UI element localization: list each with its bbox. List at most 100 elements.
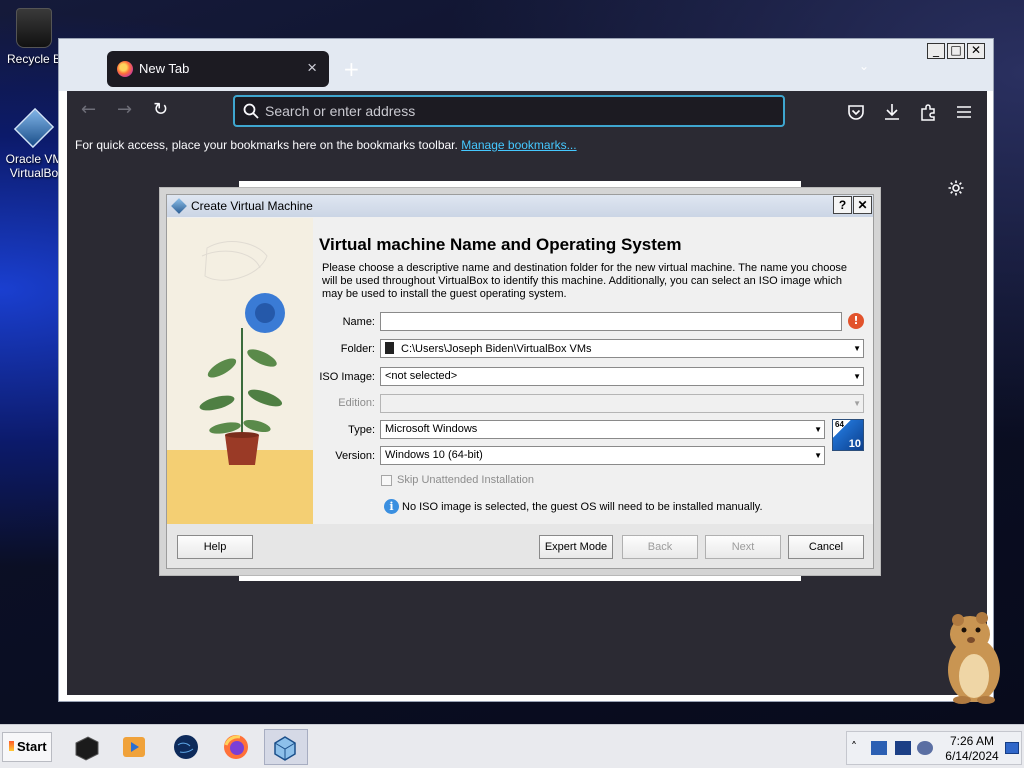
taskbar: Start ˄ 7:26 AM 6/14/2024 xyxy=(0,724,1024,768)
minimize-button[interactable]: _ xyxy=(927,43,945,59)
tab-new-tab[interactable]: New Tab × xyxy=(107,51,329,87)
desktop-icon-recycle-bin[interactable]: Recycle B xyxy=(4,8,64,66)
tab-list-icon[interactable]: ⌄ xyxy=(859,59,869,73)
name-label: Name: xyxy=(342,316,375,328)
expert-mode-button[interactable]: Expert Mode xyxy=(539,535,613,559)
clock-time[interactable]: 7:26 AM xyxy=(947,734,997,748)
dialog-titlebar[interactable]: Create Virtual Machine ? ✕ xyxy=(167,195,873,217)
hamster-mascot xyxy=(948,612,1000,704)
network-icon[interactable] xyxy=(871,741,887,755)
type-value: Microsoft Windows xyxy=(385,423,478,435)
menu-icon[interactable] xyxy=(955,103,973,121)
virtualbox-icon xyxy=(274,736,296,761)
wizard-heading: Virtual machine Name and Operating Syste… xyxy=(319,235,682,254)
virtualbox-icon xyxy=(171,198,187,214)
display-icon[interactable] xyxy=(895,741,911,755)
wizard-illustration xyxy=(167,218,313,524)
dialog-frame: Create Virtual Machine ? ✕ Virtual machi… xyxy=(166,194,874,569)
system-tray: ˄ 7:26 AM 6/14/2024 xyxy=(846,731,1022,765)
edition-combo: ▼ xyxy=(380,394,864,413)
help-button[interactable]: Help xyxy=(177,535,253,559)
folder-icon xyxy=(385,342,394,354)
pocket-icon[interactable] xyxy=(847,103,865,121)
iso-image-combo[interactable]: <not selected> ▼ xyxy=(380,367,864,386)
cancel-button[interactable]: Cancel xyxy=(788,535,864,559)
warning-icon: ! xyxy=(844,309,868,333)
extensions-icon[interactable] xyxy=(919,103,937,121)
download-icon[interactable] xyxy=(883,103,901,121)
browser-tab-strip: New Tab × + ⌄ _ □ ✕ xyxy=(59,39,993,91)
wizard-description: Please choose a descriptive name and des… xyxy=(322,262,848,300)
firefox-icon xyxy=(117,61,133,77)
manage-bookmarks-link[interactable]: Manage bookmarks... xyxy=(461,138,576,152)
gear-icon[interactable] xyxy=(947,179,965,197)
dialog-close-button[interactable]: ✕ xyxy=(853,196,872,214)
recycle-bin-icon xyxy=(16,8,52,48)
next-button[interactable]: Next xyxy=(705,535,781,559)
iso-label: ISO Image: xyxy=(319,371,375,383)
chevron-down-icon: ▼ xyxy=(853,372,861,381)
version-label: Version: xyxy=(335,450,375,462)
media-player-icon xyxy=(123,737,145,757)
chevron-down-icon: ▼ xyxy=(814,425,822,434)
windows-10-64bit-icon: 64 10 xyxy=(832,419,864,451)
url-bar[interactable] xyxy=(233,95,785,127)
bookmarks-hint: For quick access, place your bookmarks h… xyxy=(75,138,458,152)
taskbar-app-virtualbox[interactable] xyxy=(264,729,308,765)
taskbar-app-firefox[interactable] xyxy=(216,729,254,765)
iso-value: <not selected> xyxy=(385,370,458,382)
start-logo-icon xyxy=(9,741,14,751)
folder-value: C:\Users\Joseph Biden\VirtualBox VMs xyxy=(401,343,592,355)
info-icon: i xyxy=(384,499,399,514)
desktop-icon-label: Oracle VM VirtualBo xyxy=(5,152,63,180)
dialog-help-button[interactable]: ? xyxy=(833,196,852,214)
name-input[interactable] xyxy=(385,315,835,327)
forward-icon[interactable]: → xyxy=(117,99,132,120)
start-button[interactable]: Start xyxy=(2,732,52,762)
type-label: Type: xyxy=(348,424,375,436)
speaker-icon[interactable] xyxy=(917,741,933,755)
box-app-icon xyxy=(75,736,99,761)
search-icon xyxy=(243,103,259,119)
taskbar-app-media-player[interactable] xyxy=(114,729,152,765)
virtualbox-icon xyxy=(13,107,55,149)
tab-label: New Tab xyxy=(139,61,190,76)
desktop-icon-label: Recycle B xyxy=(6,52,62,66)
name-field[interactable] xyxy=(380,312,842,331)
firefox-icon xyxy=(224,735,248,759)
type-combo[interactable]: Microsoft Windows ▼ xyxy=(380,420,825,439)
version-combo[interactable]: Windows 10 (64-bit) ▼ xyxy=(380,446,825,465)
tray-expand-icon[interactable]: ˄ xyxy=(851,740,857,754)
chevron-down-icon: ▼ xyxy=(853,344,861,353)
folder-combo[interactable]: C:\Users\Joseph Biden\VirtualBox VMs ▼ xyxy=(380,339,864,358)
iso-info-message: No ISO image is selected, the guest OS w… xyxy=(402,501,763,513)
navigation-toolbar: ← → ↻ xyxy=(67,91,987,133)
chevron-down-icon: ▼ xyxy=(853,399,861,408)
folder-label: Folder: xyxy=(340,343,375,355)
close-window-button[interactable]: ✕ xyxy=(967,43,985,59)
dialog-button-bar: Help Expert Mode Back Next Cancel xyxy=(167,524,873,568)
taskbar-app-black-box[interactable] xyxy=(66,729,104,765)
dialog-title: Create Virtual Machine xyxy=(191,199,313,213)
maximize-button[interactable]: □ xyxy=(947,43,965,59)
clock-date[interactable]: 6/14/2024 xyxy=(943,749,1001,763)
version-value: Windows 10 (64-bit) xyxy=(385,449,483,461)
reload-icon[interactable]: ↻ xyxy=(153,99,168,120)
os-badge-bits: 64 xyxy=(835,420,844,429)
create-vm-dialog: Create Virtual Machine ? ✕ Virtual machi… xyxy=(159,187,881,576)
desktop-icon-virtualbox[interactable]: Oracle VM VirtualBo xyxy=(4,107,64,180)
start-label: Start xyxy=(17,739,47,754)
new-tab-button[interactable]: + xyxy=(343,57,360,81)
tab-close-icon[interactable]: × xyxy=(307,58,317,78)
skip-unattended-checkbox xyxy=(381,475,392,486)
taskbar-app-globe[interactable] xyxy=(166,729,204,765)
back-icon[interactable]: ← xyxy=(81,99,96,120)
chevron-down-icon: ▼ xyxy=(814,451,822,460)
bookmarks-toolbar: For quick access, place your bookmarks h… xyxy=(67,133,987,159)
back-button[interactable]: Back xyxy=(622,535,698,559)
edition-label: Edition: xyxy=(338,397,375,409)
show-desktop-button[interactable] xyxy=(1005,742,1019,754)
globe-icon xyxy=(174,735,198,759)
os-badge-version: 10 xyxy=(848,438,861,450)
address-input[interactable] xyxy=(265,101,765,121)
